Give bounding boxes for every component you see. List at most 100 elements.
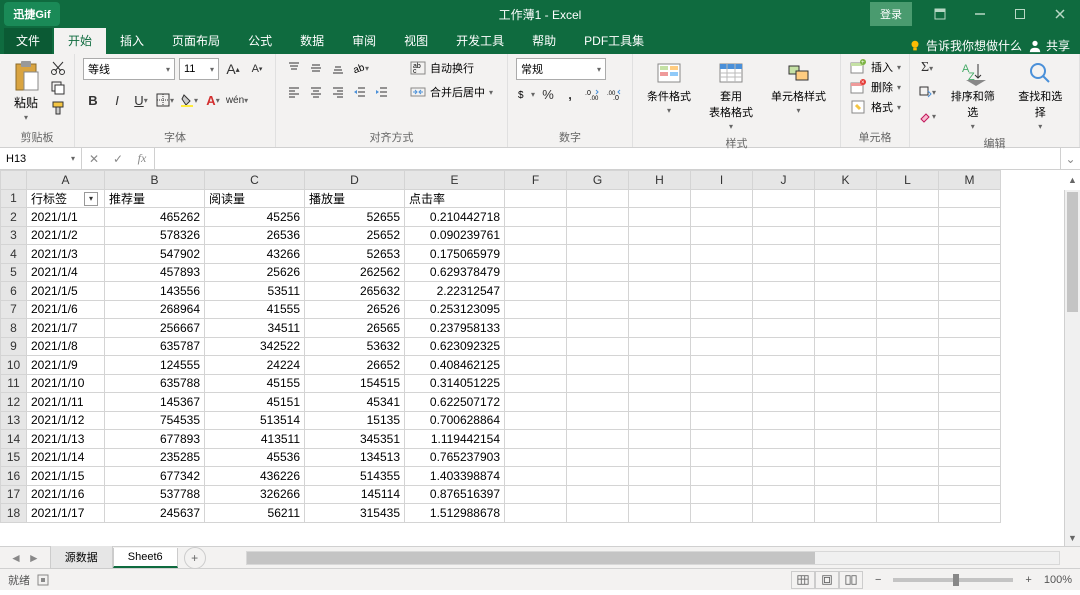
cell-K9[interactable] (815, 337, 877, 356)
increase-font-icon[interactable]: A▴ (223, 59, 243, 79)
cell-C13[interactable]: 513514 (205, 411, 305, 430)
currency-button[interactable]: $▾ (516, 84, 536, 104)
cell-K8[interactable] (815, 319, 877, 338)
cell-M6[interactable] (939, 282, 1001, 301)
cell-E8[interactable]: 0.237958133 (405, 319, 505, 338)
normal-view-icon[interactable] (791, 571, 815, 589)
horizontal-scrollbar[interactable] (246, 551, 1060, 565)
cell-H8[interactable] (629, 319, 691, 338)
cell-I11[interactable] (691, 374, 753, 393)
cell-M5[interactable] (939, 263, 1001, 282)
cell-K5[interactable] (815, 263, 877, 282)
cell-H12[interactable] (629, 393, 691, 412)
align-left-icon[interactable] (284, 82, 304, 102)
orientation-icon[interactable]: ab▾ (350, 58, 370, 78)
cell-H6[interactable] (629, 282, 691, 301)
cell-E15[interactable]: 0.765237903 (405, 448, 505, 467)
row-header-12[interactable]: 12 (1, 393, 27, 412)
cell-K1[interactable] (815, 189, 877, 208)
cell-M2[interactable] (939, 208, 1001, 227)
cell-K18[interactable] (815, 504, 877, 523)
cell-B4[interactable]: 547902 (105, 245, 205, 264)
cell-A8[interactable]: 2021/1/7 (27, 319, 105, 338)
fill-button[interactable]: ▾ (918, 82, 936, 102)
cell-B10[interactable]: 124555 (105, 356, 205, 375)
row-header-7[interactable]: 7 (1, 300, 27, 319)
col-header-K[interactable]: K (815, 171, 877, 190)
align-middle-icon[interactable] (306, 58, 326, 78)
cell-A11[interactable]: 2021/1/10 (27, 374, 105, 393)
align-center-icon[interactable] (306, 82, 326, 102)
cell-L5[interactable] (877, 263, 939, 282)
cell-G9[interactable] (567, 337, 629, 356)
row-header-11[interactable]: 11 (1, 374, 27, 393)
sheet-tab-source[interactable]: 源数据 (50, 546, 113, 569)
cell-M14[interactable] (939, 430, 1001, 449)
underline-button[interactable]: U▾ (131, 90, 151, 110)
cell-L17[interactable] (877, 485, 939, 504)
cell-I7[interactable] (691, 300, 753, 319)
cell-F12[interactable] (505, 393, 567, 412)
cell-D12[interactable]: 45341 (305, 393, 405, 412)
cell-D9[interactable]: 53632 (305, 337, 405, 356)
cell-G12[interactable] (567, 393, 629, 412)
cell-K15[interactable] (815, 448, 877, 467)
cell-E3[interactable]: 0.090239761 (405, 226, 505, 245)
cell-G6[interactable] (567, 282, 629, 301)
tab-pdf[interactable]: PDF工具集 (570, 27, 658, 54)
cell-C15[interactable]: 45536 (205, 448, 305, 467)
cell-E12[interactable]: 0.622507172 (405, 393, 505, 412)
cell-C14[interactable]: 413511 (205, 430, 305, 449)
cell-F9[interactable] (505, 337, 567, 356)
cell-K4[interactable] (815, 245, 877, 264)
cell-F11[interactable] (505, 374, 567, 393)
col-header-D[interactable]: D (305, 171, 405, 190)
cell-K17[interactable] (815, 485, 877, 504)
worksheet-grid[interactable]: ABCDEFGHIJKLM1行标签▾推荐量阅读量播放量点击率22021/1/14… (0, 170, 1080, 546)
cell-D14[interactable]: 345351 (305, 430, 405, 449)
font-name-select[interactable]: 等线▾ (83, 58, 175, 80)
cell-B17[interactable]: 537788 (105, 485, 205, 504)
tab-view[interactable]: 视图 (390, 27, 442, 54)
cell-M7[interactable] (939, 300, 1001, 319)
col-header-G[interactable]: G (567, 171, 629, 190)
cell-K6[interactable] (815, 282, 877, 301)
cell-G15[interactable] (567, 448, 629, 467)
cell-D8[interactable]: 26565 (305, 319, 405, 338)
phonetic-button[interactable]: wén▾ (227, 90, 247, 110)
cell-H10[interactable] (629, 356, 691, 375)
tab-review[interactable]: 审阅 (338, 27, 390, 54)
fill-color-button[interactable]: ▾ (179, 90, 199, 110)
row-header-6[interactable]: 6 (1, 282, 27, 301)
cell-I5[interactable] (691, 263, 753, 282)
cell-A3[interactable]: 2021/1/2 (27, 226, 105, 245)
cell-K11[interactable] (815, 374, 877, 393)
cell-A1[interactable]: 行标签▾ (27, 189, 105, 208)
row-header-18[interactable]: 18 (1, 504, 27, 523)
cell-G5[interactable] (567, 263, 629, 282)
cell-I2[interactable] (691, 208, 753, 227)
cell-J3[interactable] (753, 226, 815, 245)
cell-B1[interactable]: 推荐量 (105, 189, 205, 208)
cell-F6[interactable] (505, 282, 567, 301)
cell-L7[interactable] (877, 300, 939, 319)
cell-G16[interactable] (567, 467, 629, 486)
cell-D7[interactable]: 26526 (305, 300, 405, 319)
cell-C17[interactable]: 326266 (205, 485, 305, 504)
col-header-H[interactable]: H (629, 171, 691, 190)
row-header-17[interactable]: 17 (1, 485, 27, 504)
cell-G8[interactable] (567, 319, 629, 338)
increase-indent-icon[interactable] (372, 82, 392, 102)
cell-C1[interactable]: 阅读量 (205, 189, 305, 208)
cell-J1[interactable] (753, 189, 815, 208)
cell-J7[interactable] (753, 300, 815, 319)
cell-H14[interactable] (629, 430, 691, 449)
cell-D16[interactable]: 514355 (305, 467, 405, 486)
percent-button[interactable]: % (538, 84, 558, 104)
page-break-view-icon[interactable] (839, 571, 863, 589)
cell-C18[interactable]: 56211 (205, 504, 305, 523)
cell-J5[interactable] (753, 263, 815, 282)
cell-C2[interactable]: 45256 (205, 208, 305, 227)
cell-B13[interactable]: 754535 (105, 411, 205, 430)
cell-G7[interactable] (567, 300, 629, 319)
